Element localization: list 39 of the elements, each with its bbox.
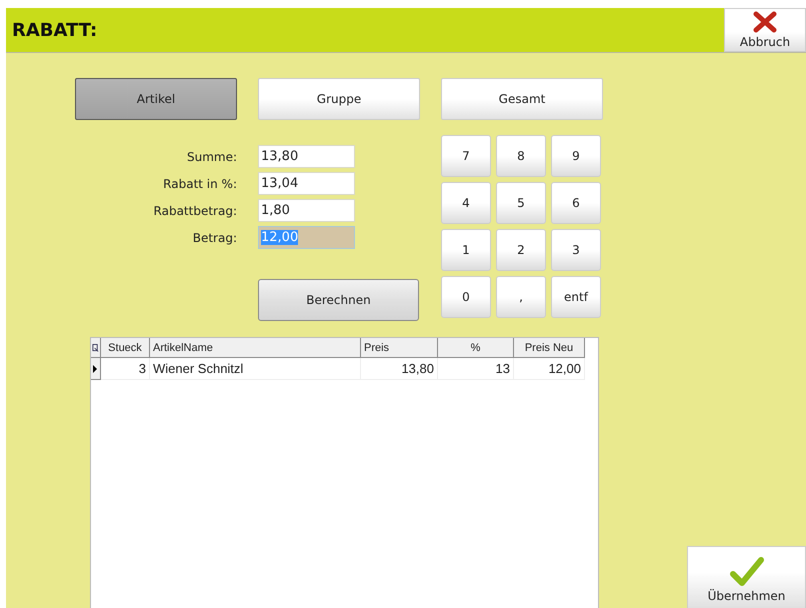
input-field[interactable]: 13,04: [258, 172, 355, 195]
keypad-key[interactable]: entf: [551, 276, 601, 318]
table-cell: 12,00: [514, 358, 585, 380]
tab[interactable]: Gruppe: [258, 78, 420, 120]
window-title: RABATT:: [11, 20, 98, 40]
table-cell: 13: [438, 358, 514, 380]
column-header[interactable]: Preis Neu: [514, 338, 585, 358]
checkmark-icon: [730, 556, 764, 586]
column-header[interactable]: Preis: [361, 338, 438, 358]
table-cell: 13,80: [361, 358, 438, 380]
keypad-key[interactable]: 8: [496, 135, 546, 177]
keypad-key[interactable]: 5: [496, 182, 546, 224]
apply-button[interactable]: Übernehmen: [687, 546, 806, 608]
tab[interactable]: Artikel: [75, 78, 237, 120]
keypad-key[interactable]: 9: [551, 135, 601, 177]
keypad-key[interactable]: ,: [496, 276, 546, 318]
keypad-key[interactable]: 4: [441, 182, 491, 224]
keypad-key[interactable]: 3: [551, 229, 601, 271]
input-field[interactable]: 1,80: [258, 199, 355, 222]
keypad-key[interactable]: 7: [441, 135, 491, 177]
keypad-key[interactable]: 2: [496, 229, 546, 271]
field-label: Summe:: [186, 150, 238, 164]
field-label: Rabattbetrag:: [152, 204, 238, 218]
field-label: Rabatt in %:: [162, 176, 238, 190]
column-header[interactable]: ArtikelName: [150, 338, 361, 358]
column-header[interactable]: %: [438, 338, 514, 358]
close-icon: [752, 11, 778, 33]
current-row-icon: [92, 364, 98, 374]
keypad-key[interactable]: 0: [441, 276, 491, 318]
input-field[interactable]: 13,80: [258, 145, 355, 168]
keypad-key[interactable]: 1: [441, 229, 491, 271]
table-cell: 3: [101, 358, 150, 380]
calculate-button[interactable]: Berechnen: [258, 279, 419, 321]
cancel-button[interactable]: Abbruch: [724, 8, 806, 52]
field-label: Betrag:: [192, 230, 238, 244]
tab[interactable]: Gesamt: [441, 78, 603, 120]
table-cell: Wiener Schnitzl: [150, 358, 361, 380]
column-header[interactable]: Stueck: [101, 338, 150, 358]
keypad-key[interactable]: 6: [551, 182, 601, 224]
